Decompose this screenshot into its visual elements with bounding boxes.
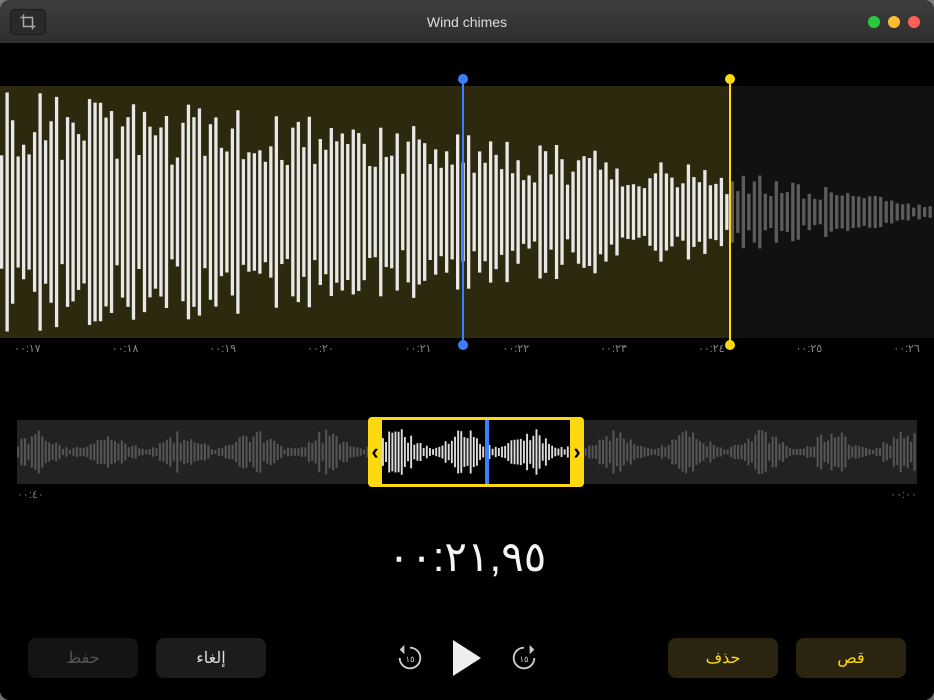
window-title: Wind chimes — [0, 14, 934, 30]
save-button: حفظ — [28, 638, 138, 678]
trim-region[interactable]: ‹ › — [368, 417, 584, 487]
time-tick: ٠٠:١٧ — [14, 342, 41, 364]
playhead[interactable] — [462, 78, 464, 346]
svg-text:١٥: ١٥ — [405, 654, 414, 664]
time-tick: ٠٠:٢١ — [405, 342, 432, 364]
waveform-overview[interactable]: ‹ › — [17, 420, 917, 484]
time-tick: ٠٠:٢٠ — [307, 342, 334, 364]
cut-button[interactable]: قص — [796, 638, 906, 678]
overview-end-time: ٠٠:٤٠ — [17, 488, 44, 501]
time-tick: ٠٠:٢٤ — [698, 342, 725, 364]
editor-content: ٠٠:١٧ ٠٠:١٨ ٠٠:١٩ ٠٠:٢٠ ٠٠:٢١ ٠٠:٢٢ ٠٠:٢٣ ٠٠:٢٤… — [0, 44, 934, 700]
overview-start-time: ٠٠:٠٠ — [890, 488, 917, 501]
cancel-button[interactable]: إلغاء — [156, 638, 266, 678]
app-window: Wind chimes ٠٠:١٧٠٠:١٨٠٠:١٩٠٠:٢٠٠٠:٢١٠٠:… — [0, 0, 934, 700]
window-controls — [868, 16, 920, 28]
time-tick: ٠٠:١٨ — [112, 342, 139, 364]
trim-handle-right[interactable]: › — [570, 420, 584, 484]
svg-text:١٥: ١٥ — [519, 654, 528, 664]
skip-forward-15-icon: ١٥ — [509, 643, 539, 673]
time-tick: ٠٠:٢٥ — [796, 342, 823, 364]
current-time-display: ٠٠:٢١,٩٥ — [0, 532, 934, 581]
play-button[interactable] — [453, 640, 481, 676]
waveform-bars — [0, 86, 934, 338]
overview-playhead[interactable] — [485, 420, 489, 484]
close-button[interactable] — [908, 16, 920, 28]
time-tick: ٠٠:٢٢ — [502, 342, 529, 364]
skip-back-15-icon: ١٥ — [395, 643, 425, 673]
trim-handle-left[interactable]: ‹ — [368, 420, 382, 484]
waveform-main[interactable] — [0, 86, 934, 338]
delete-button[interactable]: حذف — [668, 638, 778, 678]
maximize-button[interactable] — [868, 16, 880, 28]
skip-back-button[interactable]: ١٥ — [395, 643, 425, 673]
overview-time-labels: ٠٠:٤٠ ٠٠:٠٠ — [17, 488, 917, 501]
time-tick: ٠٠:١٩ — [209, 342, 236, 364]
titlebar: Wind chimes — [0, 0, 934, 44]
selection-end-handle[interactable] — [729, 78, 731, 346]
time-tick: ٠٠:٢٦ — [893, 342, 920, 364]
trim-region-bars — [382, 420, 570, 484]
minimize-button[interactable] — [888, 16, 900, 28]
time-ruler: ٠٠:١٧ ٠٠:١٨ ٠٠:١٩ ٠٠:٢٠ ٠٠:٢١ ٠٠:٢٢ ٠٠:٢٣ ٠٠:٢٤… — [0, 342, 934, 364]
time-tick: ٠٠:٢٣ — [600, 342, 627, 364]
transport-controls: ١٥ ١٥ — [395, 640, 539, 676]
bottom-toolbar: حفظ إلغاء ١٥ ١٥ حذف قص — [0, 616, 934, 700]
skip-forward-button[interactable]: ١٥ — [509, 643, 539, 673]
